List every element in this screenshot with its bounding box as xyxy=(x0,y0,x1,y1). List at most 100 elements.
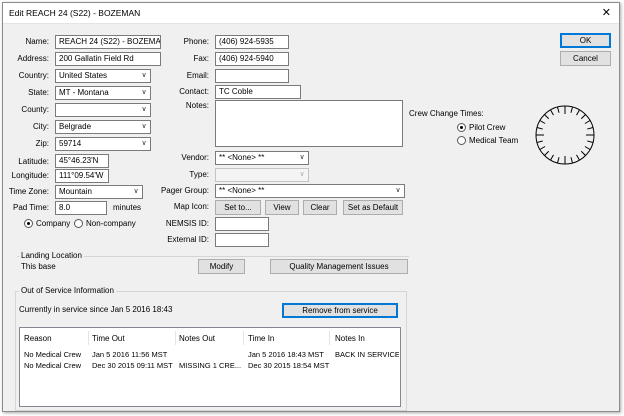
country-select[interactable]: United States ∨ xyxy=(55,69,151,83)
company-radio-label: Company xyxy=(36,219,71,228)
city-select[interactable]: Belgrade ∨ xyxy=(55,120,151,134)
fax-field[interactable]: (406) 924-5940 xyxy=(215,52,289,66)
longitude-field[interactable]: 111°09.54'W xyxy=(55,169,109,183)
out-of-service-table[interactable]: Reason Time Out Notes Out Time In Notes … xyxy=(19,327,401,407)
vendor-select[interactable]: ** <None> ** ∨ xyxy=(215,151,309,165)
cell-time-in: Jan 5 2016 18:43 MST xyxy=(248,350,324,359)
chevron-down-icon: ∨ xyxy=(141,72,147,79)
longitude-label: Longitude: xyxy=(11,171,49,180)
pilot-crew-radio[interactable] xyxy=(457,123,466,132)
notes-textarea[interactable] xyxy=(215,100,403,147)
quality-management-issues-button[interactable]: Quality Management Issues xyxy=(270,259,408,274)
map-icon-label: Map Icon: xyxy=(173,202,209,211)
column-divider xyxy=(243,331,244,345)
table-row[interactable]: No Medical Crew Dec 30 2015 09:11 MST MI… xyxy=(20,361,400,372)
column-divider xyxy=(175,331,176,345)
type-label: Type: xyxy=(189,170,209,179)
county-select[interactable]: ∨ xyxy=(55,103,151,117)
cell-reason: No Medical Crew xyxy=(24,350,82,359)
non-company-radio[interactable] xyxy=(74,219,83,228)
pad-time-field[interactable]: 8.0 xyxy=(55,201,107,215)
column-header-notes-out[interactable]: Notes Out xyxy=(179,334,215,344)
medical-team-radio[interactable] xyxy=(457,136,466,145)
cancel-button[interactable]: Cancel xyxy=(560,51,611,66)
column-header-time-in[interactable]: Time In xyxy=(248,334,274,344)
latitude-label: Latitude: xyxy=(18,157,49,166)
chevron-down-icon: ∨ xyxy=(299,154,305,161)
column-header-reason[interactable]: Reason xyxy=(24,334,52,344)
cell-reason: No Medical Crew xyxy=(24,361,82,370)
name-label: Name: xyxy=(25,37,49,46)
nemsis-id-label: NEMSIS ID: xyxy=(165,219,209,228)
zip-value: 59714 xyxy=(59,139,82,148)
chevron-down-icon: ∨ xyxy=(133,188,139,195)
phone-field[interactable]: (406) 924-5935 xyxy=(215,35,289,49)
country-label: Country: xyxy=(18,71,49,80)
address-label: Address: xyxy=(17,54,49,63)
set-as-default-button[interactable]: Set as Default xyxy=(343,200,403,215)
column-header-notes-in[interactable]: Notes In xyxy=(335,334,365,344)
cell-notes-in: BACK IN SERVICE xyxy=(335,350,399,359)
crew-change-times-label: Crew Change Times: xyxy=(409,109,484,118)
state-label: State: xyxy=(28,88,49,97)
cell-notes-out: MISSING 1 CRE... xyxy=(179,361,242,370)
vendor-label: Vendor: xyxy=(181,153,209,162)
dialog-window: Edit REACH 24 (S22) - BOZEMAN ✕ Name: Ad… xyxy=(2,2,620,412)
state-value: MT - Montana xyxy=(59,88,109,97)
clock-dial-icon[interactable] xyxy=(534,104,596,166)
type-select[interactable]: ∨ xyxy=(215,168,309,182)
modify-button[interactable]: Modify xyxy=(198,259,245,274)
fax-label: Fax: xyxy=(193,54,209,63)
table-row[interactable]: No Medical Crew Jan 5 2016 11:56 MST Jan… xyxy=(20,350,400,361)
non-company-radio-label: Non-company xyxy=(86,219,136,228)
cell-time-out: Dec 30 2015 09:11 MST xyxy=(92,361,173,370)
close-icon[interactable]: ✕ xyxy=(602,6,611,19)
city-label: City: xyxy=(33,122,49,131)
email-label: Email: xyxy=(186,71,209,80)
title-bar: Edit REACH 24 (S22) - BOZEMAN ✕ xyxy=(3,3,619,24)
ok-button[interactable]: OK xyxy=(560,33,611,48)
chevron-down-icon: ∨ xyxy=(395,187,401,194)
medical-team-label: Medical Team xyxy=(469,136,519,145)
zip-label: Zip: xyxy=(35,139,49,148)
time-zone-value: Mountain xyxy=(59,187,92,196)
chevron-down-icon: ∨ xyxy=(141,89,147,96)
pager-group-label: Pager Group: xyxy=(160,186,209,195)
chevron-down-icon: ∨ xyxy=(141,106,147,113)
name-field[interactable]: REACH 24 (S22) - BOZEMAN xyxy=(55,35,161,49)
time-zone-label: Time Zone: xyxy=(8,187,49,196)
contact-field[interactable]: TC Coble xyxy=(215,85,301,99)
landing-location-value: This base xyxy=(21,262,56,271)
set-to-button[interactable]: Set to... xyxy=(215,200,261,215)
remove-from-service-button[interactable]: Remove from service xyxy=(282,303,398,318)
latitude-field[interactable]: 45°46.23'N xyxy=(55,154,109,168)
external-id-field[interactable] xyxy=(215,233,269,247)
phone-label: Phone: xyxy=(183,37,209,46)
view-button[interactable]: View xyxy=(265,200,299,215)
company-radio[interactable] xyxy=(24,219,33,228)
cell-time-in: Dec 30 2015 18:54 MST xyxy=(248,361,330,370)
city-value: Belgrade xyxy=(59,122,92,131)
minutes-label: minutes xyxy=(113,203,142,212)
column-divider xyxy=(329,331,330,345)
email-field[interactable] xyxy=(215,69,289,83)
landing-location-title: Landing Location xyxy=(19,251,84,261)
out-of-service-title: Out of Service Information xyxy=(19,286,116,296)
vendor-value: ** <None> ** xyxy=(219,153,265,162)
column-header-time-out[interactable]: Time Out xyxy=(92,334,125,344)
cell-time-out: Jan 5 2016 11:56 MST xyxy=(92,350,168,359)
county-label: County: xyxy=(21,105,49,114)
address-field[interactable]: 200 Gallatin Field Rd xyxy=(55,52,161,66)
nemsis-id-field[interactable] xyxy=(215,217,269,231)
service-status-text: Currently in service since Jan 5 2016 18… xyxy=(19,305,173,314)
pilot-crew-label: Pilot Crew xyxy=(469,123,506,132)
pad-time-label: Pad Time: xyxy=(12,203,49,212)
chevron-down-icon: ∨ xyxy=(141,123,147,130)
zip-select[interactable]: 59714 ∨ xyxy=(55,137,151,151)
clear-button[interactable]: Clear xyxy=(303,200,337,215)
time-zone-select[interactable]: Mountain ∨ xyxy=(55,185,143,199)
state-select[interactable]: MT - Montana ∨ xyxy=(55,86,151,100)
notes-label: Notes: xyxy=(185,101,209,110)
pager-group-select[interactable]: ** <None> ** ∨ xyxy=(215,184,405,198)
column-divider xyxy=(88,331,89,345)
